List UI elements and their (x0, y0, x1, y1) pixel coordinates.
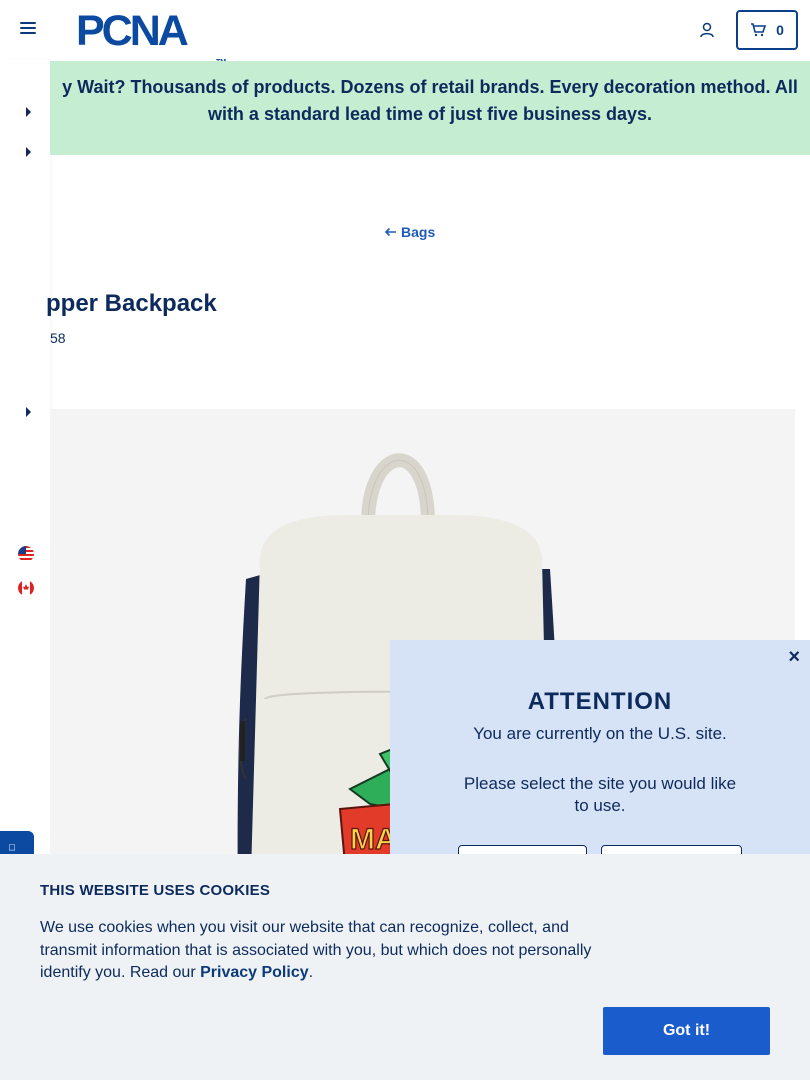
accept-cookies-button[interactable]: Got it! (603, 1007, 770, 1055)
pcna-logo[interactable]: PCNA TM (76, 10, 226, 67)
banner-text-line2: with a standard lead time of just five b… (207, 104, 653, 124)
expand-caret-icon[interactable] (26, 107, 31, 117)
cookie-title: THIS WEBSITE USES COOKIES (40, 882, 271, 899)
promo-banner: y Wait? Thousands of products. Dozens of… (50, 61, 810, 155)
cookie-text: We use cookies when you visit our websit… (40, 917, 610, 985)
popup-prompt: Please select the site you would like to… (463, 774, 737, 815)
us-flag-icon[interactable] (18, 546, 34, 562)
product-sku: 58 (50, 330, 66, 346)
banner-text-line1: y Wait? Thousands of products. Dozens of… (62, 77, 798, 97)
cart-count: 0 (776, 22, 784, 38)
cart-button[interactable]: 0 (736, 10, 798, 50)
product-title: pper Backpack (46, 290, 217, 317)
account-icon[interactable] (698, 21, 716, 39)
cookie-banner: THIS WEBSITE USES COOKIES We use cookies… (0, 854, 810, 1080)
popup-title: ATTENTION (527, 688, 673, 715)
menu-icon[interactable] (20, 22, 36, 38)
back-link-label: Bags (401, 224, 436, 240)
canada-flag-icon[interactable] (18, 580, 34, 596)
back-to-category-link[interactable]: Bags (384, 224, 435, 240)
site-selector-popup: × ATTENTION You are currently on the U.S… (390, 640, 810, 885)
arrow-left-icon (384, 227, 396, 237)
expand-caret-icon[interactable] (26, 147, 31, 157)
privacy-policy-link[interactable]: Privacy Policy (200, 964, 309, 981)
popup-current-site: You are currently on the U.S. site. (473, 724, 727, 743)
site-header: PCNA TM 0 (0, 0, 810, 67)
expand-caret-icon[interactable] (26, 407, 31, 417)
close-icon[interactable]: × (788, 646, 800, 669)
cookie-body-end: . (308, 964, 314, 981)
cookie-body-text: We use cookies when you visit our websit… (40, 919, 592, 981)
cart-icon (751, 23, 767, 37)
